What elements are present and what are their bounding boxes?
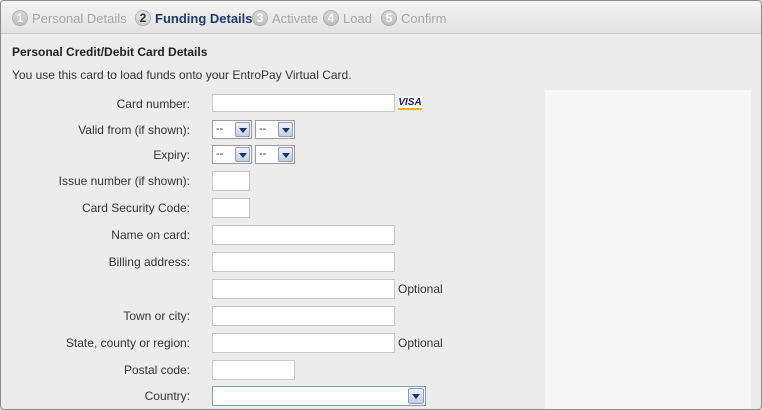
- select-value: --: [216, 148, 224, 160]
- section-heading: Personal Credit/Debit Card Details: [12, 45, 208, 59]
- select-value: --: [259, 123, 267, 135]
- step-number: 5: [381, 10, 397, 26]
- step-personal-details[interactable]: 1 Personal Details: [12, 9, 127, 27]
- postal-code-label: Postal code:: [123, 363, 190, 377]
- chevron-down-icon[interactable]: [408, 388, 424, 404]
- step-label: Funding Details: [155, 10, 253, 26]
- billing-address-line2-row: Optional: [1, 279, 541, 299]
- funding-details-window: 1 Personal Details 2 Funding Details 3 A…: [0, 0, 762, 410]
- town-input[interactable]: [212, 306, 395, 326]
- chevron-down-icon[interactable]: [235, 122, 250, 137]
- postal-code-input[interactable]: [212, 360, 295, 380]
- expiry-year-select[interactable]: --: [255, 145, 295, 164]
- expiry-label: Expiry:: [153, 148, 190, 162]
- issue-number-row: Issue number (if shown):: [1, 171, 541, 191]
- name-on-card-row: Name on card:: [1, 225, 541, 245]
- step-confirm[interactable]: 5 Confirm: [381, 9, 447, 27]
- name-on-card-input[interactable]: [212, 225, 395, 245]
- town-row: Town or city:: [1, 306, 541, 326]
- security-code-row: Card Security Code:: [1, 198, 541, 218]
- step-load[interactable]: 4 Load: [323, 9, 372, 27]
- select-value: --: [216, 123, 224, 135]
- billing-address-row: Billing address:: [1, 252, 541, 272]
- billing-address-line2-input[interactable]: [212, 279, 395, 299]
- select-value: --: [259, 148, 267, 160]
- side-panel: [545, 90, 751, 409]
- valid-from-month-select[interactable]: --: [212, 120, 252, 139]
- issue-number-input[interactable]: [212, 171, 250, 191]
- step-number: 4: [323, 10, 339, 26]
- valid-from-label: Valid from (if shown):: [78, 123, 190, 137]
- chevron-down-icon[interactable]: [278, 147, 293, 162]
- town-label: Town or city:: [123, 309, 190, 323]
- security-code-label: Card Security Code:: [81, 201, 190, 215]
- valid-from-row: Valid from (if shown): -- --: [1, 120, 541, 140]
- step-label: Confirm: [401, 10, 447, 26]
- country-select[interactable]: [212, 386, 426, 406]
- chevron-down-icon[interactable]: [278, 122, 293, 137]
- step-label: Personal Details: [32, 10, 127, 26]
- step-funding-details[interactable]: 2 Funding Details: [135, 9, 253, 27]
- issue-number-label: Issue number (if shown):: [58, 174, 190, 188]
- card-number-label: Card number:: [116, 97, 190, 111]
- state-label: State, county or region:: [65, 336, 190, 350]
- expiry-row: Expiry: -- --: [1, 145, 541, 165]
- step-number: 2: [135, 10, 151, 26]
- step-activate[interactable]: 3 Activate: [252, 9, 318, 27]
- billing-address-line1-input[interactable]: [212, 252, 395, 272]
- step-label: Load: [343, 10, 372, 26]
- country-label: Country:: [144, 389, 190, 403]
- postal-code-row: Postal code:: [1, 360, 541, 380]
- step-number: 3: [252, 10, 268, 26]
- progress-steps: 1 Personal Details 2 Funding Details 3 A…: [1, 1, 761, 34]
- billing-address-label: Billing address:: [108, 255, 190, 269]
- chevron-down-icon[interactable]: [235, 147, 250, 162]
- step-label: Activate: [272, 10, 319, 26]
- security-code-input[interactable]: [212, 198, 250, 218]
- optional-hint: Optional: [398, 282, 443, 296]
- state-row: State, county or region: Optional: [1, 333, 541, 353]
- valid-from-year-select[interactable]: --: [255, 120, 295, 139]
- state-input[interactable]: [212, 333, 395, 353]
- expiry-month-select[interactable]: --: [212, 145, 252, 164]
- card-number-row: Card number: VISA: [1, 94, 541, 114]
- name-on-card-label: Name on card:: [111, 228, 190, 242]
- optional-hint: Optional: [398, 336, 443, 350]
- step-number: 1: [12, 10, 28, 26]
- visa-icon: VISA: [398, 96, 422, 110]
- section-intro: You use this card to load funds onto you…: [12, 68, 352, 82]
- card-number-input[interactable]: [212, 94, 395, 112]
- country-row: Country:: [1, 386, 541, 406]
